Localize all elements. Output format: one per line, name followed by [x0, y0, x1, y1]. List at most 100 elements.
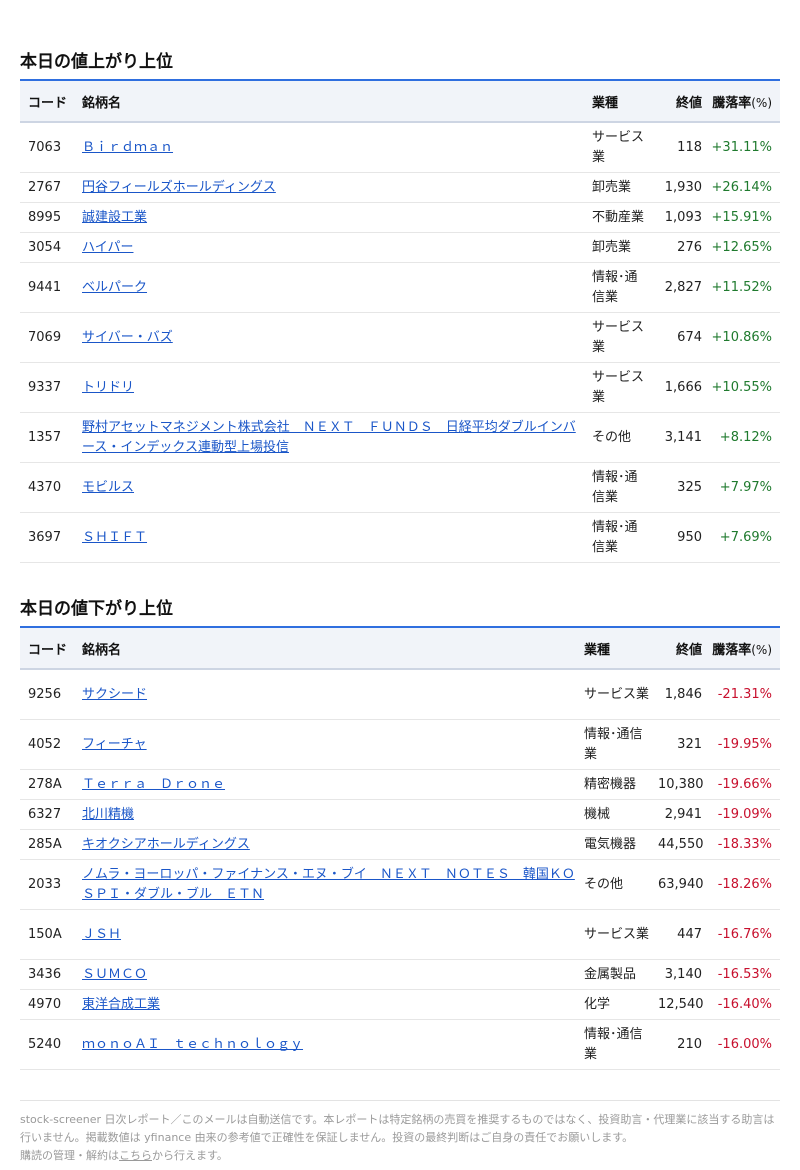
- stock-name: 北川精機: [78, 799, 580, 830]
- stock-name-link[interactable]: サクシード: [82, 687, 147, 702]
- stock-change: +10.55%: [706, 362, 780, 413]
- stock-name-link[interactable]: ＳＵＭＣＯ: [82, 967, 147, 982]
- stock-name: ｍｏｎｏＡＩ ｔｅｃｈｎｏｌｏｇｙ: [78, 1019, 580, 1070]
- table-row: 278A Ｔｅｒｒａ Ｄｒｏｎｅ 精密機器 10,380 -19.66%: [20, 769, 780, 800]
- stock-code: 9337: [20, 362, 78, 413]
- stock-change: -16.76%: [706, 909, 780, 960]
- stock-name-link[interactable]: キオクシアホールディングス: [82, 837, 250, 852]
- stock-close: 2,827: [654, 262, 706, 313]
- table-row: 2767 円谷フィールズホールディングス 卸売業 1,930 +26.14%: [20, 172, 780, 203]
- stock-sector: 不動産業: [588, 202, 654, 233]
- stock-sector: 機械: [580, 799, 654, 830]
- col-code-header: コード: [20, 628, 78, 670]
- stock-name-link[interactable]: ＳＨＩＦＴ: [82, 530, 147, 545]
- table-row: 4970 東洋合成工業 化学 12,540 -16.40%: [20, 989, 780, 1020]
- gainers-header-row: コード 銘柄名 業種 終値 騰落率(%): [20, 81, 780, 123]
- losers-title: 本日の値下がり上位: [20, 563, 780, 628]
- gainers-body: 7063 Ｂｉｒｄｍａｎ サービス業 118 +31.11% 2767 円谷フィールズホール…: [20, 122, 780, 563]
- stock-code: 4052: [20, 719, 78, 770]
- table-row: 2033 ノムラ・ヨーロッパ・ファイナンス・エヌ・ブイ ＮＥＸＴ ＮＯＴＥＳ 韓国…: [20, 859, 780, 910]
- stock-close: 44,550: [654, 829, 706, 860]
- stock-close: 118: [654, 122, 706, 173]
- stock-name-link[interactable]: 東洋合成工業: [82, 997, 160, 1012]
- stock-code: 150A: [20, 909, 78, 960]
- stock-sector: 情報･通信業: [580, 1019, 654, 1070]
- losers-header-row: コード 銘柄名 業種 終値 騰落率(%): [20, 628, 780, 670]
- col-sector-header: 業種: [588, 81, 654, 123]
- stock-change: -18.33%: [706, 829, 780, 860]
- table-row: 9337 トリドリ サービス業 1,666 +10.55%: [20, 362, 780, 413]
- stock-name-link[interactable]: Ｔｅｒｒａ Ｄｒｏｎｅ: [82, 777, 225, 792]
- stock-name-link[interactable]: ベルパーク: [82, 280, 147, 295]
- stock-name: 東洋合成工業: [78, 989, 580, 1020]
- stock-name: ＪＳＨ: [78, 909, 580, 960]
- stock-sector: サービス業: [588, 122, 654, 173]
- unsubscribe-link[interactable]: こちら: [119, 1149, 152, 1162]
- stock-sector: 金属製品: [580, 959, 654, 990]
- table-row: 285A キオクシアホールディングス 電気機器 44,550 -18.33%: [20, 829, 780, 860]
- stock-close: 447: [654, 909, 706, 960]
- stock-name: フィーチャ: [78, 719, 580, 770]
- stock-name-link[interactable]: フィーチャ: [82, 737, 147, 752]
- report: 本日の値上がり上位 コード 銘柄名 業種 終値 騰落率(%) 7063 Ｂｉｒｄｍ…: [0, 0, 800, 1165]
- stock-change: +8.12%: [706, 412, 780, 463]
- stock-name: 野村アセットマネジメント株式会社 ＮＥＸＴ ＦＵＮＤＳ 日経平均ダブルインバース…: [78, 412, 588, 463]
- stock-sector: 情報･通信業: [580, 719, 654, 770]
- stock-sector: 卸売業: [588, 232, 654, 263]
- table-row: 9256 サクシード サービス業 1,846 -21.31%: [20, 669, 780, 720]
- stock-code: 5240: [20, 1019, 78, 1070]
- stock-sector: 精密機器: [580, 769, 654, 800]
- table-row: 8995 誠建設工業 不動産業 1,093 +15.91%: [20, 202, 780, 233]
- stock-name-link[interactable]: ノムラ・ヨーロッパ・ファイナンス・エヌ・ブイ ＮＥＸＴ ＮＯＴＥＳ 韓国ＫＯＳＰ…: [82, 867, 575, 902]
- stock-name-link[interactable]: 北川精機: [82, 807, 134, 822]
- stock-sector: 卸売業: [588, 172, 654, 203]
- stock-name-link[interactable]: サイバー・バズ: [82, 330, 173, 345]
- stock-name-link[interactable]: ハイパー: [82, 240, 133, 255]
- stock-code: 8995: [20, 202, 78, 233]
- stock-name-link[interactable]: トリドリ: [82, 380, 134, 395]
- stock-close: 210: [654, 1019, 706, 1070]
- stock-name-link[interactable]: ｍｏｎｏＡＩ ｔｅｃｈｎｏｌｏｇｙ: [82, 1037, 303, 1052]
- stock-name-link[interactable]: モビルス: [82, 480, 134, 495]
- stock-code: 2767: [20, 172, 78, 203]
- stock-sector: 情報･通信業: [588, 462, 654, 513]
- table-row: 150A ＪＳＨ サービス業 447 -16.76%: [20, 909, 780, 960]
- table-row: 7063 Ｂｉｒｄｍａｎ サービス業 118 +31.11%: [20, 122, 780, 173]
- stock-name: サクシード: [78, 669, 580, 720]
- footer-disclaimer: stock-screener 日次レポート／このメールは自動送信です。本レポート…: [20, 1100, 780, 1165]
- table-row: 5240 ｍｏｎｏＡＩ ｔｅｃｈｎｏｌｏｇｙ 情報･通信業 210 -16.00%: [20, 1019, 780, 1070]
- col-name-header: 銘柄名: [78, 81, 588, 123]
- stock-name: キオクシアホールディングス: [78, 829, 580, 860]
- table-row: 3436 ＳＵＭＣＯ 金属製品 3,140 -16.53%: [20, 959, 780, 990]
- unsubscribe-line: 購読の管理・解約はこちらから行えます。: [20, 1149, 228, 1162]
- stock-change: +10.86%: [706, 312, 780, 363]
- stock-name-link[interactable]: 円谷フィールズホールディングス: [82, 180, 276, 195]
- stock-close: 1,846: [654, 669, 706, 720]
- stock-name: ベルパーク: [78, 262, 588, 313]
- stock-close: 276: [654, 232, 706, 263]
- stock-name-link[interactable]: 誠建設工業: [82, 210, 147, 225]
- stock-name-link[interactable]: 野村アセットマネジメント株式会社 ＮＥＸＴ ＦＵＮＤＳ 日経平均ダブルインバース…: [82, 420, 576, 455]
- stock-code: 278A: [20, 769, 78, 800]
- stock-sector: サービス業: [580, 669, 654, 720]
- stock-close: 10,380: [654, 769, 706, 800]
- table-row: 3697 ＳＨＩＦＴ 情報･通信業 950 +7.69%: [20, 512, 780, 563]
- stock-name: ノムラ・ヨーロッパ・ファイナンス・エヌ・ブイ ＮＥＸＴ ＮＯＴＥＳ 韓国ＫＯＳＰ…: [78, 859, 580, 910]
- stock-name: Ｂｉｒｄｍａｎ: [78, 122, 588, 173]
- stock-sector: その他: [580, 859, 654, 910]
- stock-code: 9441: [20, 262, 78, 313]
- stock-sector: サービス業: [580, 909, 654, 960]
- stock-change: -21.31%: [706, 669, 780, 720]
- table-row: 7069 サイバー・バズ サービス業 674 +10.86%: [20, 312, 780, 363]
- stock-change: +7.97%: [706, 462, 780, 513]
- stock-change: +31.11%: [706, 122, 780, 173]
- stock-close: 325: [654, 462, 706, 513]
- stock-name-link[interactable]: ＪＳＨ: [82, 927, 121, 942]
- stock-close: 1,666: [654, 362, 706, 413]
- gainers-table: コード 銘柄名 業種 終値 騰落率(%) 7063 Ｂｉｒｄｍａｎ サービス業 118…: [20, 81, 780, 563]
- stock-code: 4370: [20, 462, 78, 513]
- stock-close: 63,940: [654, 859, 706, 910]
- stock-close: 3,141: [654, 412, 706, 463]
- stock-name-link[interactable]: Ｂｉｒｄｍａｎ: [82, 140, 173, 155]
- stock-change: -18.26%: [706, 859, 780, 910]
